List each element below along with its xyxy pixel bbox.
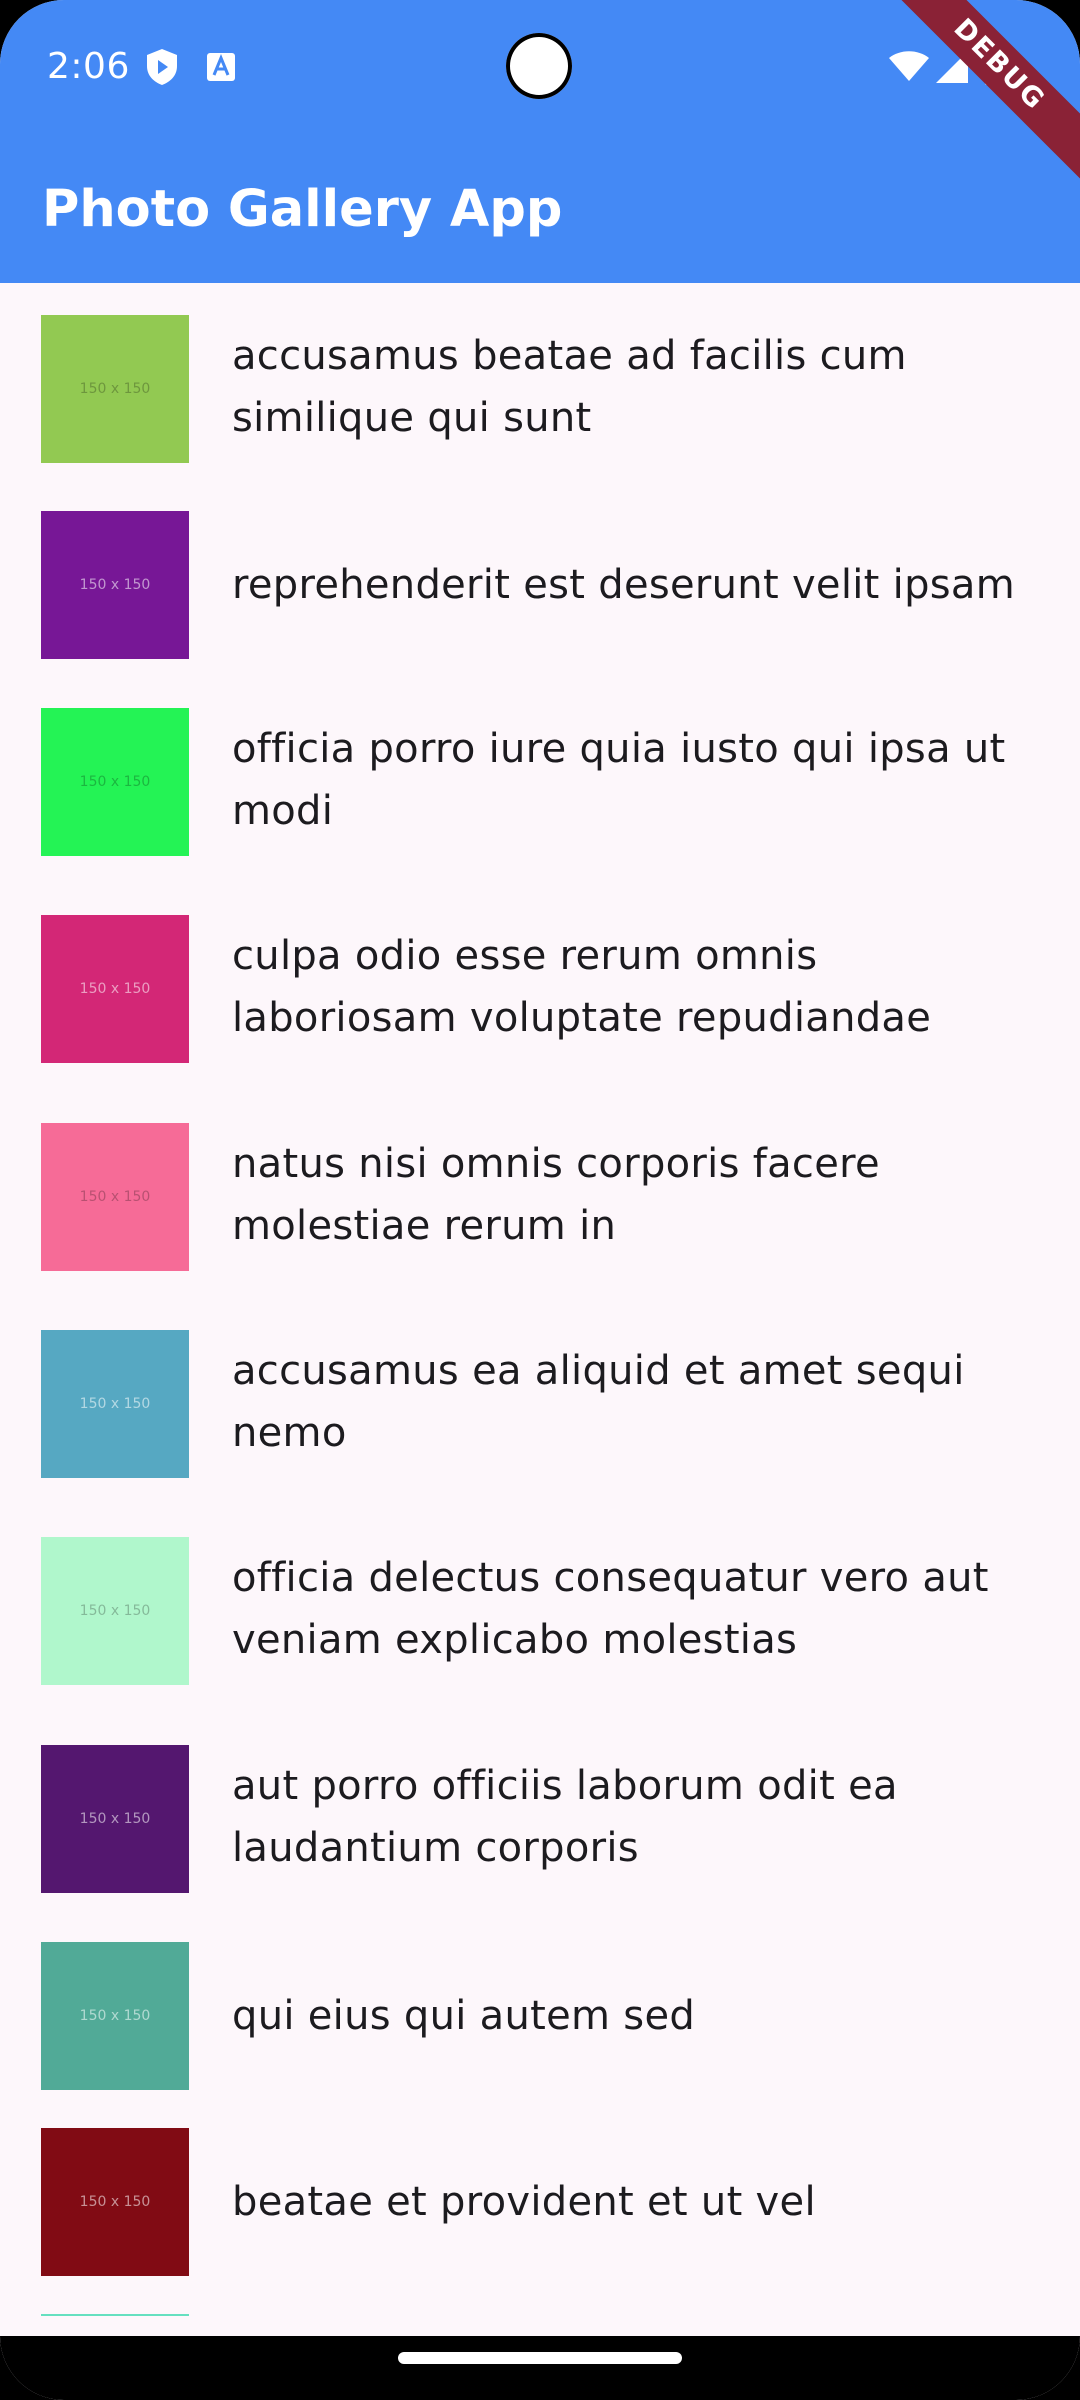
app-title: Photo Gallery App [42,180,563,239]
list-item[interactable]: 150 x 150 accusamus beatae ad facilis cu… [0,315,1080,482]
navigation-bar [0,2336,1080,2400]
thumbnail-label: 150 x 150 [79,577,151,593]
photo-title: reprehenderit est deserunt velit ipsam [232,562,1015,608]
photo-thumbnail[interactable]: 150 x 150 [41,1123,189,1271]
photo-thumbnail[interactable]: 150 x 150 [41,1537,189,1685]
wifi-icon [889,51,929,81]
thumbnail-label: 150 x 150 [79,381,151,397]
photo-thumbnail[interactable]: 150 x 150 [41,915,189,1063]
photo-title: accusamus ea aliquid et amet sequi nemo [232,1348,965,1456]
app-header: 2:06 DEBUG Photo Gallery App [0,0,1080,283]
photo-title: culpa odio esse rerum omnis laboriosam v… [232,933,932,1041]
photo-thumbnail[interactable]: 150 x 150 [41,315,189,463]
thumbnail-label: 150 x 150 [79,2194,151,2210]
shield-play-icon [147,49,177,85]
photo-title: aut porro officiis laborum odit ea lauda… [232,1763,898,1871]
photo-title: accusamus beatae ad facilis cum similiqu… [232,333,907,441]
thumbnail-label: 150 x 150 [79,981,151,997]
a-notification-icon [207,53,235,81]
list-item[interactable]: 150 x 150 beatae et provident et ut vel [0,2128,1080,2276]
camera-cutout [506,33,572,99]
list-item-partial [0,2314,1080,2334]
thumbnail-label: 150 x 150 [79,774,151,790]
thumbnail-label: 150 x 150 [79,1811,151,1827]
home-indicator[interactable] [398,2352,682,2364]
photo-title: officia delectus consequatur vero aut ve… [232,1555,989,1663]
partial-thumbnail-edge [41,2314,189,2316]
photo-thumbnail[interactable]: 150 x 150 [41,511,189,659]
thumbnail-label: 150 x 150 [79,1396,151,1412]
photo-thumbnail[interactable]: 150 x 150 [41,2128,189,2276]
photo-thumbnail[interactable]: 150 x 150 [41,708,189,856]
photo-title: natus nisi omnis corporis facere molesti… [232,1141,880,1249]
list-item[interactable]: 150 x 150 reprehenderit est deserunt vel… [0,511,1080,659]
thumbnail-label: 150 x 150 [79,1189,151,1205]
photo-thumbnail[interactable]: 150 x 150 [41,1745,189,1893]
screen: 2:06 DEBUG Photo Gallery App 150 x 150 a… [0,0,1080,2400]
list-item[interactable]: 150 x 150 natus nisi omnis corporis face… [0,1123,1080,1290]
list-item[interactable]: 150 x 150 officia porro iure quia iusto … [0,708,1080,875]
list-item[interactable]: 150 x 150 qui eius qui autem sed [0,1942,1080,2090]
thumbnail-label: 150 x 150 [79,2008,151,2024]
list-item[interactable]: 150 x 150 culpa odio esse rerum omnis la… [0,915,1080,1082]
debug-banner: DEBUG [880,0,1080,184]
photo-title: officia porro iure quia iusto qui ipsa u… [232,726,1006,834]
thumbnail-label: 150 x 150 [79,1603,151,1619]
photo-thumbnail[interactable]: 150 x 150 [41,1942,189,2090]
photo-title: qui eius qui autem sed [232,1993,696,2039]
photo-title: beatae et provident et ut vel [232,2179,816,2225]
photo-thumbnail[interactable]: 150 x 150 [41,1330,189,1478]
list-item[interactable]: 150 x 150 aut porro officiis laborum odi… [0,1745,1080,1912]
list-item[interactable]: 150 x 150 accusamus ea aliquid et amet s… [0,1330,1080,1497]
list-item[interactable]: 150 x 150 officia delectus consequatur v… [0,1537,1080,1704]
status-time: 2:06 [47,46,130,87]
